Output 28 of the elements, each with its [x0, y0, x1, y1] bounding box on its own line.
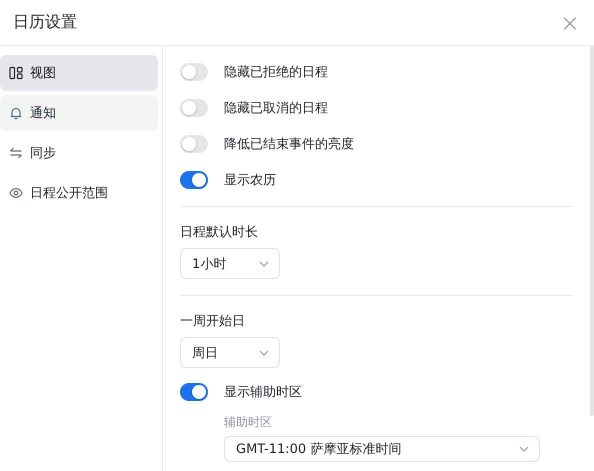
window-title: 日历设置	[13, 12, 77, 33]
sidebar-item[interactable]: 日程公开范围	[0, 175, 158, 211]
chevron-down-icon	[519, 446, 529, 452]
toggle-label: 隐藏已取消的日程	[224, 100, 328, 117]
toggle-switch[interactable]	[180, 383, 208, 401]
section-label: 一周开始日	[180, 313, 246, 330]
toggle-label: 隐藏已拒绝的日程	[224, 64, 328, 81]
layout-icon	[9, 66, 23, 80]
chevron-down-icon	[259, 260, 269, 266]
bell-icon	[9, 106, 23, 120]
toggle-switch[interactable]	[180, 135, 208, 153]
toggle-switch[interactable]	[180, 171, 208, 189]
timezone-dropdown[interactable]: GMT-11:00 萨摩亚标准时间	[224, 436, 540, 462]
duration-dropdown[interactable]: 1小时	[180, 248, 280, 279]
swap-arrows-icon	[9, 146, 23, 160]
toggle-label: 显示辅助时区	[224, 384, 302, 401]
chevron-down-icon	[259, 350, 269, 356]
toggle-switch[interactable]	[180, 63, 208, 81]
toggle-label: 降低已结束事件的亮度	[224, 136, 354, 153]
toggle-switch[interactable]	[180, 99, 208, 117]
sidebar-item[interactable]: 通知	[0, 95, 158, 131]
sidebar-item[interactable]: 视图	[0, 55, 158, 91]
section-label: 日程默认时长	[180, 224, 259, 241]
eye-icon	[9, 186, 23, 200]
toggle-label: 显示农历	[224, 172, 276, 189]
week-start-dropdown[interactable]: 周日	[180, 337, 280, 368]
field-label: 辅助时区	[224, 414, 273, 431]
sidebar-item[interactable]: 同步	[0, 135, 158, 171]
